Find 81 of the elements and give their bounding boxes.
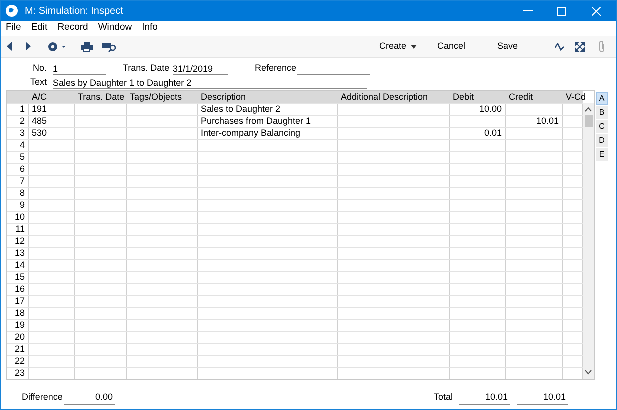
table-cell: 0.01 [484, 128, 502, 138]
app-icon [6, 5, 18, 17]
print-preview-icon[interactable] [102, 41, 117, 52]
expand-icon[interactable] [575, 42, 585, 52]
row-number: 12 [7, 236, 29, 247]
scroll-thumb[interactable] [584, 115, 592, 127]
total-credit-field: 10.01 [517, 390, 568, 406]
menu-item[interactable]: Window [98, 21, 132, 36]
field-label: No. [32, 62, 48, 75]
row-number: 13 [7, 248, 29, 259]
text-field[interactable]: Sales by Daughter 1 to Daughter 2 [53, 76, 367, 88]
row-number: 3 [7, 128, 29, 139]
close-icon[interactable] [592, 6, 601, 16]
row-number: 15 [7, 272, 29, 283]
row-number: 1 [7, 104, 29, 115]
row-number: 2 [7, 116, 29, 127]
table-cell: Inter-company Balancing [201, 128, 301, 138]
row-number: 23 [7, 368, 29, 379]
total-debit-field: 10.01 [459, 390, 510, 406]
table-cell: 485 [32, 116, 48, 126]
create-button[interactable]: Create [379, 40, 418, 54]
menu-item[interactable]: Info [142, 21, 158, 36]
row-number: 20 [7, 332, 29, 343]
side-tab[interactable]: A [596, 92, 608, 105]
row-number: 9 [7, 200, 29, 211]
table-cell: 10.01 [536, 116, 559, 126]
table-cell: 530 [32, 128, 48, 138]
row-number: 10 [7, 212, 29, 223]
menu-item[interactable]: File [6, 21, 22, 36]
row-number: 14 [7, 260, 29, 271]
table-cell: Purchases from Daughter 1 [201, 116, 312, 126]
row-number: 5 [7, 152, 29, 163]
row-number: 22 [7, 356, 29, 367]
date-field[interactable]: 31/1/2019 [173, 62, 228, 74]
caret-icon [411, 44, 418, 48]
column-header: Tags/Objects [129, 91, 184, 103]
row-number: 17 [7, 296, 29, 307]
print-icon[interactable] [81, 42, 93, 52]
window-title: M: Simulation: Inspect [25, 4, 124, 18]
paperclip-icon[interactable] [598, 40, 606, 52]
save-button[interactable]: Save [497, 40, 518, 54]
column-header: Debit [452, 91, 476, 103]
menu-item[interactable]: Record [58, 21, 88, 36]
column-header: Additional Description [340, 91, 430, 103]
field-label: Reference [255, 62, 297, 75]
side-tab[interactable]: E [596, 148, 608, 161]
difference-field: 0.00 [64, 390, 115, 406]
row-number: 8 [7, 188, 29, 199]
field-label: Text [29, 76, 48, 89]
row-number: 11 [7, 224, 29, 235]
maximize-icon[interactable] [557, 6, 566, 16]
row-number: 7 [7, 176, 29, 187]
scrollbar[interactable] [583, 103, 594, 379]
row-number: 6 [7, 164, 29, 175]
scroll-down-icon[interactable] [585, 370, 592, 375]
table-cell: Sales to Daughter 2 [201, 104, 281, 114]
next-icon[interactable] [25, 42, 31, 51]
number-field[interactable]: 1 [53, 62, 106, 74]
zigzag-icon[interactable] [555, 42, 564, 50]
column-header: Credit [508, 91, 534, 103]
previous-icon[interactable] [7, 42, 13, 51]
row-number: 16 [7, 284, 29, 295]
side-tab[interactable]: B [596, 106, 608, 119]
field-label: Total [434, 391, 454, 404]
cancel-button[interactable]: Cancel [437, 40, 466, 54]
column-header: Description [200, 91, 248, 103]
menu-item[interactable]: Edit [31, 21, 48, 36]
side-tab[interactable]: C [596, 120, 608, 133]
field-label: Trans. Date [123, 62, 171, 75]
column-header: A/C [31, 91, 48, 103]
row-number: 18 [7, 308, 29, 319]
column-header: Trans. Date [77, 91, 126, 103]
scroll-up-icon[interactable] [585, 107, 592, 112]
row-number: 4 [7, 140, 29, 151]
table-cell: 10.00 [479, 104, 502, 114]
column-header: V-Cd [565, 91, 583, 103]
row-number: 21 [7, 344, 29, 355]
row-number: 19 [7, 320, 29, 331]
side-tab[interactable]: D [596, 134, 608, 147]
field-label: Difference [22, 391, 64, 404]
table-cell: 191 [32, 104, 48, 114]
